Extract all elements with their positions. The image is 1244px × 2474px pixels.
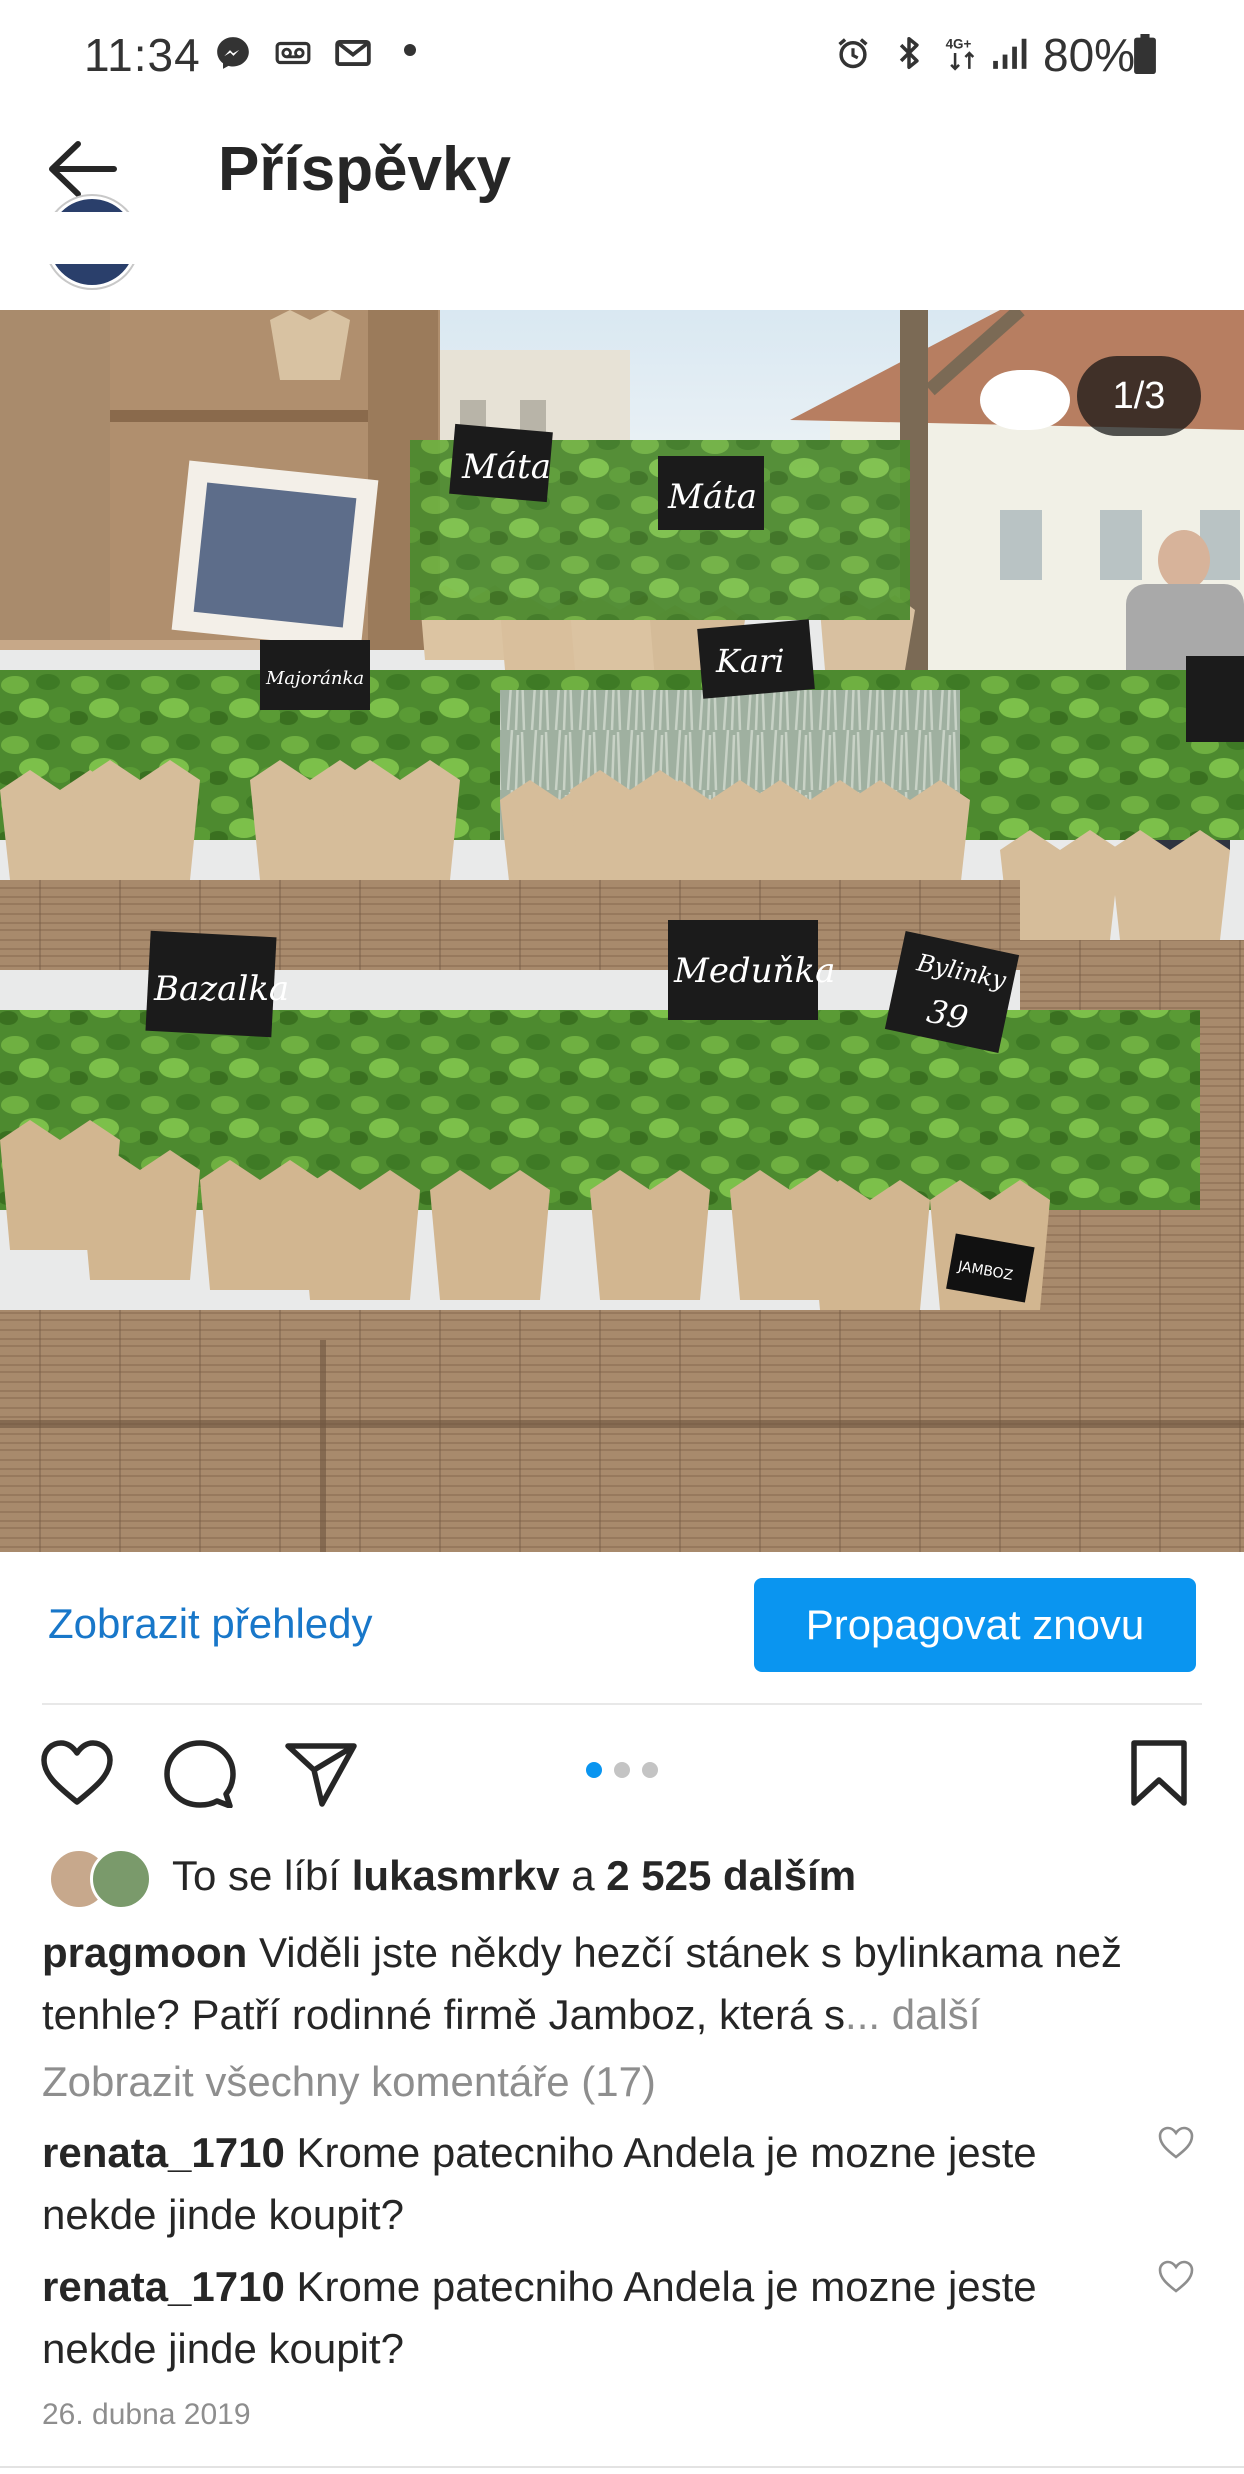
divider [0,2466,1244,2468]
comment-icon[interactable] [160,1738,238,1808]
svg-text:Meduňka: Meduňka [673,951,835,991]
likes-count[interactable]: 2 525 dalším [606,1852,856,1899]
view-insights-link[interactable]: Zobrazit přehledy [48,1600,373,1648]
share-send-icon[interactable] [282,1738,360,1808]
app-bar [0,0,1244,240]
caption-more-link[interactable]: ... další [845,1991,980,2038]
herb-sign-bazalka: Bazalka [145,930,289,1038]
svg-text:Kari: Kari [715,642,785,680]
comment-like-icon[interactable] [1158,2260,1194,2294]
likes-mid: a [559,1852,607,1899]
herb-sign-medunka: Meduňka [668,920,835,1020]
post-photo[interactable]: Máta Máta Majoránka Kari Bazalka Meduňka… [0,310,1244,1552]
like-heart-icon[interactable] [38,1738,116,1808]
svg-text:Bazalka: Bazalka [153,969,289,1009]
herb-sign-mata-2: Máta [658,456,764,530]
divider [42,1703,1202,1705]
carousel-dot-active [586,1762,602,1778]
caption-author[interactable]: pragmoon [42,1929,247,1976]
svg-text:Majoránka: Majoránka [265,668,364,689]
carousel-dot [614,1762,630,1778]
comment-user[interactable]: renata_1710 [42,2129,285,2176]
promote-again-button[interactable]: Propagovat znovu [754,1578,1196,1672]
save-bookmark-icon[interactable] [1124,1738,1194,1808]
herb-sign-mata-1: Máta [449,423,553,503]
comment: renata_1710 Krome patecniho Andela je mo… [42,2122,1152,2246]
svg-text:Máta: Máta [667,477,757,517]
comment-like-icon[interactable] [1158,2126,1194,2160]
herb-sign-kari: Kari [697,619,815,699]
comment: renata_1710 Krome patecniho Andela je mo… [42,2256,1152,2380]
carousel-dot [642,1762,658,1778]
post-caption: pragmoon Viděli jste někdy hezčí stánek … [42,1922,1212,2046]
likes-user[interactable]: lukasmrkv [352,1852,560,1899]
herb-stall-image: Máta Máta Majoránka Kari Bazalka Meduňka… [0,310,1244,1552]
svg-text:Máta: Máta [461,447,551,487]
photo-counter-badge: 1/3 [1077,356,1201,436]
post-date: 26. dubna 2019 [42,2398,251,2431]
likes-prefix: To se líbí [172,1852,352,1899]
likes-summary[interactable]: To se líbí lukasmrkv a 2 525 dalším [172,1852,856,1900]
view-all-comments-link[interactable]: Zobrazit všechny komentáře (17) [42,2058,656,2106]
comment-user[interactable]: renata_1710 [42,2263,285,2310]
liker-avatar[interactable] [90,1848,152,1910]
herb-sign-majoranka: Majoránka [260,640,370,710]
